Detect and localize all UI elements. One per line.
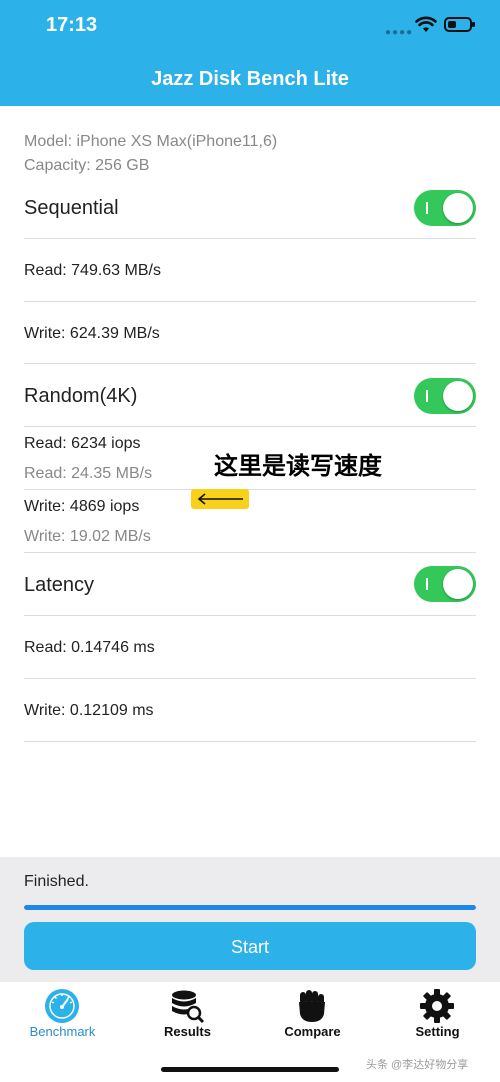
divider <box>24 552 476 553</box>
device-model: Model: iPhone XS Max(iPhone11,6) <box>24 133 278 150</box>
random-write-speed: Write: 19.02 MB/s <box>24 528 151 545</box>
tab-benchmark[interactable]: Benchmark <box>0 982 125 1047</box>
progress-bar <box>24 905 476 910</box>
signal-icon: ●●●● <box>385 27 414 38</box>
random-read-speed: Read: 24.35 MB/s <box>24 465 153 482</box>
divider <box>24 741 476 742</box>
progress-fill <box>24 905 476 910</box>
section-title-random: Random(4K) <box>24 385 138 407</box>
status-time: 17:13 <box>46 14 98 36</box>
battery-icon <box>444 17 475 32</box>
wifi-icon <box>415 16 437 32</box>
tab-label: Benchmark <box>29 1024 96 1039</box>
tab-setting[interactable]: Setting <box>375 982 500 1047</box>
arrow-left-icon <box>191 489 249 509</box>
app-title: Jazz Disk Bench Lite <box>151 68 349 90</box>
random-write-iops: Write: 4869 iops <box>24 498 140 515</box>
divider <box>24 238 476 239</box>
tab-label: Compare <box>284 1024 341 1039</box>
divider <box>24 678 476 679</box>
tab-results[interactable]: Results <box>125 982 250 1047</box>
toggle-latency[interactable] <box>414 566 476 602</box>
tab-label: Results <box>164 1024 211 1039</box>
database-search-icon <box>172 990 205 1024</box>
divider <box>24 489 476 490</box>
toggle-random[interactable] <box>414 378 476 414</box>
divider <box>24 363 476 364</box>
sequential-write: Write: 624.39 MB/s <box>24 325 160 342</box>
divider <box>24 615 476 616</box>
latency-write: Write: 0.12109 ms <box>24 702 154 719</box>
section-title-latency: Latency <box>24 574 95 596</box>
toggle-sequential[interactable] <box>414 190 476 226</box>
section-title-sequential: Sequential <box>24 197 119 219</box>
divider <box>24 426 476 427</box>
divider <box>24 301 476 302</box>
random-read-iops: Read: 6234 iops <box>24 435 141 452</box>
fist-icon <box>299 990 325 1022</box>
watermark: 头条 @李达好物分享 <box>366 1059 469 1071</box>
benchmark-status: Finished. <box>24 873 89 890</box>
speedometer-icon <box>45 989 79 1023</box>
latency-read: Read: 0.14746 ms <box>24 639 155 656</box>
annotation-text: 这里是读写速度 <box>214 453 382 480</box>
device-capacity: Capacity: 256 GB <box>24 157 150 174</box>
gear-icon <box>420 989 454 1023</box>
tab-compare[interactable]: Compare <box>250 982 375 1047</box>
start-button[interactable]: Start <box>24 922 476 970</box>
sequential-read: Read: 749.63 MB/s <box>24 262 161 279</box>
home-indicator[interactable] <box>161 1067 339 1072</box>
tab-label: Setting <box>415 1024 460 1039</box>
app-header: 17:13 ●●●● Jazz Disk Bench Lite <box>0 0 500 106</box>
